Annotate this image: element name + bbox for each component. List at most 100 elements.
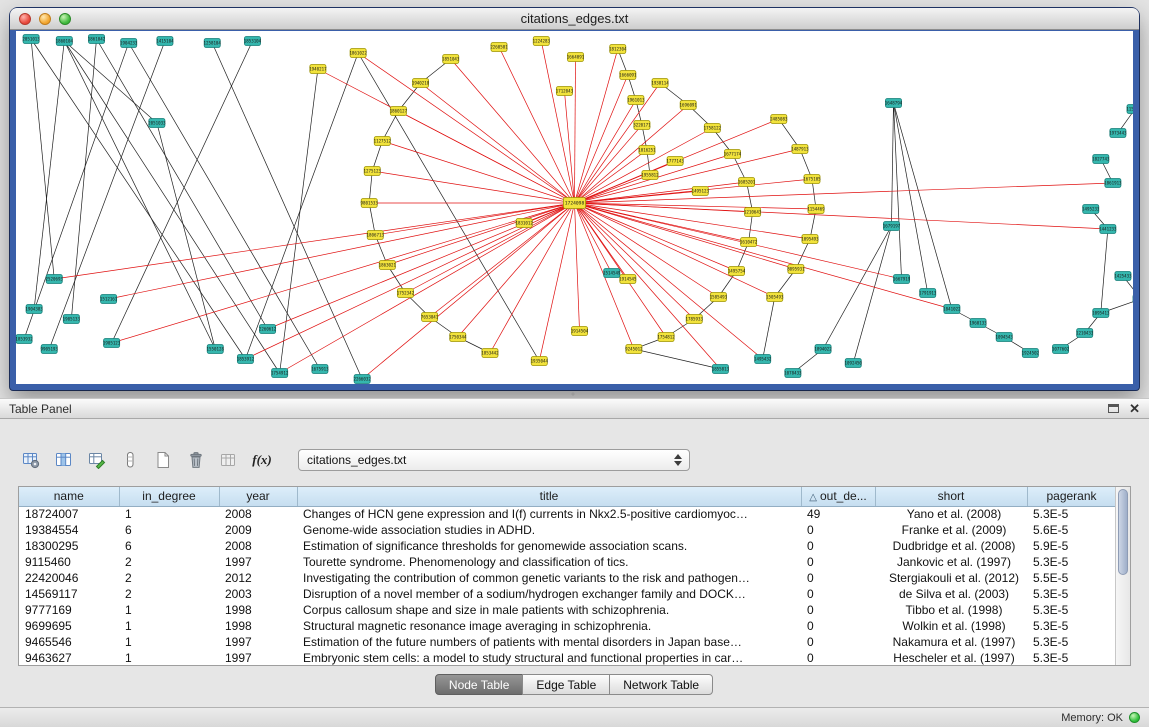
import-table-icon[interactable]	[216, 448, 242, 472]
graph-edge[interactable]	[382, 141, 574, 203]
graph-node[interactable]: 1675105	[803, 175, 821, 184]
graph-node[interactable]: 2260581	[490, 43, 508, 52]
graph-edge[interactable]	[212, 43, 362, 379]
graph-node[interactable]: 1754912	[271, 369, 289, 378]
table-row[interactable]: 946554611997Estimation of the future num…	[19, 634, 1116, 650]
table-cell[interactable]: Dudbridge et al. (2008)	[875, 538, 1027, 554]
graph-node[interactable]: 1712043	[556, 87, 574, 96]
table-cell[interactable]: Yano et al. (2008)	[875, 506, 1027, 522]
table-cell[interactable]: 49	[801, 506, 875, 522]
table-cell[interactable]: 1	[119, 634, 219, 650]
graph-node[interactable]: 1863021	[379, 261, 397, 270]
graph-edge[interactable]	[575, 125, 642, 203]
table-cell[interactable]: 1	[119, 602, 219, 618]
graph-node[interactable]: 1777143	[666, 157, 684, 166]
graph-node[interactable]: 1914504	[571, 327, 589, 336]
graph-node[interactable]: 1585493	[710, 293, 728, 302]
table-cell[interactable]: 9699695	[19, 618, 119, 634]
graph-edge[interactable]	[575, 203, 737, 271]
graph-node[interactable]: 1940217	[309, 65, 327, 74]
table-row[interactable]: 911546021997Tourette syndrome. Phenomeno…	[19, 554, 1116, 570]
column-header-year[interactable]: year	[219, 487, 297, 506]
table-cell[interactable]: de Silva et al. (2003)	[875, 586, 1027, 602]
graph-node[interactable]: 1077602	[1052, 345, 1070, 354]
graph-node[interactable]: 1610472	[740, 238, 758, 247]
tab-node-table[interactable]: Node Table	[435, 674, 524, 695]
graph-node[interactable]: 1940218	[412, 79, 430, 88]
graph-edge[interactable]	[157, 123, 215, 349]
table-cell[interactable]: 0	[801, 634, 875, 650]
graph-node[interactable]: 8095931	[787, 265, 805, 274]
graph-node[interactable]: 1495432	[754, 355, 772, 364]
graph-node[interactable]: 1092450	[845, 359, 863, 368]
table-cell[interactable]: 6	[119, 522, 219, 538]
table-cell[interactable]: 5.9E-5	[1027, 538, 1116, 554]
delete-table-icon[interactable]	[183, 448, 209, 472]
graph-edge[interactable]	[575, 203, 1108, 229]
graph-edge[interactable]	[575, 100, 636, 203]
column-header-title[interactable]: title	[297, 487, 801, 506]
table-cell[interactable]: Investigating the contribution of common…	[297, 570, 801, 586]
table-cell[interactable]: 18300295	[19, 538, 119, 554]
graph-edge[interactable]	[893, 103, 927, 293]
graph-edge[interactable]	[421, 83, 575, 203]
table-cell[interactable]: 1	[119, 506, 219, 522]
table-cell[interactable]: 2012	[219, 570, 297, 586]
graph-edge[interactable]	[564, 91, 574, 203]
graph-edge[interactable]	[575, 149, 800, 203]
graph-node[interactable]: 1851043	[442, 55, 460, 64]
close-button[interactable]	[19, 13, 31, 25]
graph-node[interactable]: 9801533	[361, 199, 379, 208]
graph-edge[interactable]	[358, 53, 539, 361]
minimize-button[interactable]	[39, 13, 51, 25]
graph-node[interactable]: 1960133	[969, 319, 987, 328]
graph-edge[interactable]	[280, 203, 575, 373]
table-cell[interactable]: 22420046	[19, 570, 119, 586]
table-cell[interactable]: 1997	[219, 554, 297, 570]
graph-edge[interactable]	[1101, 229, 1108, 313]
column-header-short[interactable]: short	[875, 487, 1027, 506]
table-cell[interactable]: Hescheler et al. (1997)	[875, 650, 1027, 666]
graph-node[interactable]: 2051033	[148, 119, 166, 128]
graph-node[interactable]: 1648794	[885, 99, 903, 108]
graph-edge[interactable]	[575, 203, 580, 331]
graph-edge[interactable]	[575, 57, 576, 203]
table-cell[interactable]: 2008	[219, 506, 297, 522]
table-row[interactable]: 1872400712008Changes of HCN gene express…	[19, 506, 1116, 522]
graph-node[interactable]: 1675913	[311, 365, 329, 374]
graph-edge[interactable]	[575, 105, 689, 203]
graph-node[interactable]: 1495754	[728, 267, 746, 276]
tab-network-table[interactable]: Network Table	[609, 674, 713, 695]
table-cell[interactable]: 1	[119, 650, 219, 666]
scrollbar-thumb[interactable]	[1118, 489, 1128, 575]
graph-node[interactable]: 1853442	[481, 349, 499, 358]
graph-node[interactable]: 1841022	[943, 305, 961, 314]
graph-edge[interactable]	[575, 203, 612, 273]
table-cell[interactable]: Nakamura et al. (1997)	[875, 634, 1027, 650]
graph-node[interactable]: 1752342	[397, 289, 415, 298]
graph-edge[interactable]	[823, 226, 891, 349]
graph-node[interactable]: 1855813	[712, 365, 730, 374]
new-table-icon[interactable]	[150, 448, 176, 472]
graph-edge[interactable]	[575, 203, 817, 209]
table-cell[interactable]: 14569117	[19, 586, 119, 602]
show-columns-icon[interactable]	[51, 448, 77, 472]
graph-node[interactable]: 2485083	[770, 115, 788, 124]
graph-node[interactable]: 1894022	[814, 345, 832, 354]
graph-node[interactable]: 2260612	[259, 325, 277, 334]
column-header-in_degree[interactable]: in_degree	[119, 487, 219, 506]
graph-edge[interactable]	[451, 59, 575, 203]
table-settings-icon[interactable]	[18, 448, 44, 472]
table-cell[interactable]: 5.6E-5	[1027, 522, 1116, 538]
table-row[interactable]: 1938455462009Genome-wide association stu…	[19, 522, 1116, 538]
table-cell[interactable]: Tourette syndrome. Phenomenology and cla…	[297, 554, 801, 570]
table-cell[interactable]: 5.3E-5	[1027, 618, 1116, 634]
graph-node[interactable]: 1905133	[63, 315, 81, 324]
table-cell[interactable]: Disruption of a novel member of a sodium…	[297, 586, 801, 602]
graph-node[interactable]: 1791913	[919, 289, 937, 298]
graph-node[interactable]: 2051013	[22, 35, 40, 44]
graph-edge[interactable]	[575, 49, 618, 203]
graph-node[interactable]: 1861022	[349, 49, 367, 58]
column-header-pagerank[interactable]: pagerank	[1027, 487, 1116, 506]
graph-node[interactable]: 7653041	[421, 313, 439, 322]
